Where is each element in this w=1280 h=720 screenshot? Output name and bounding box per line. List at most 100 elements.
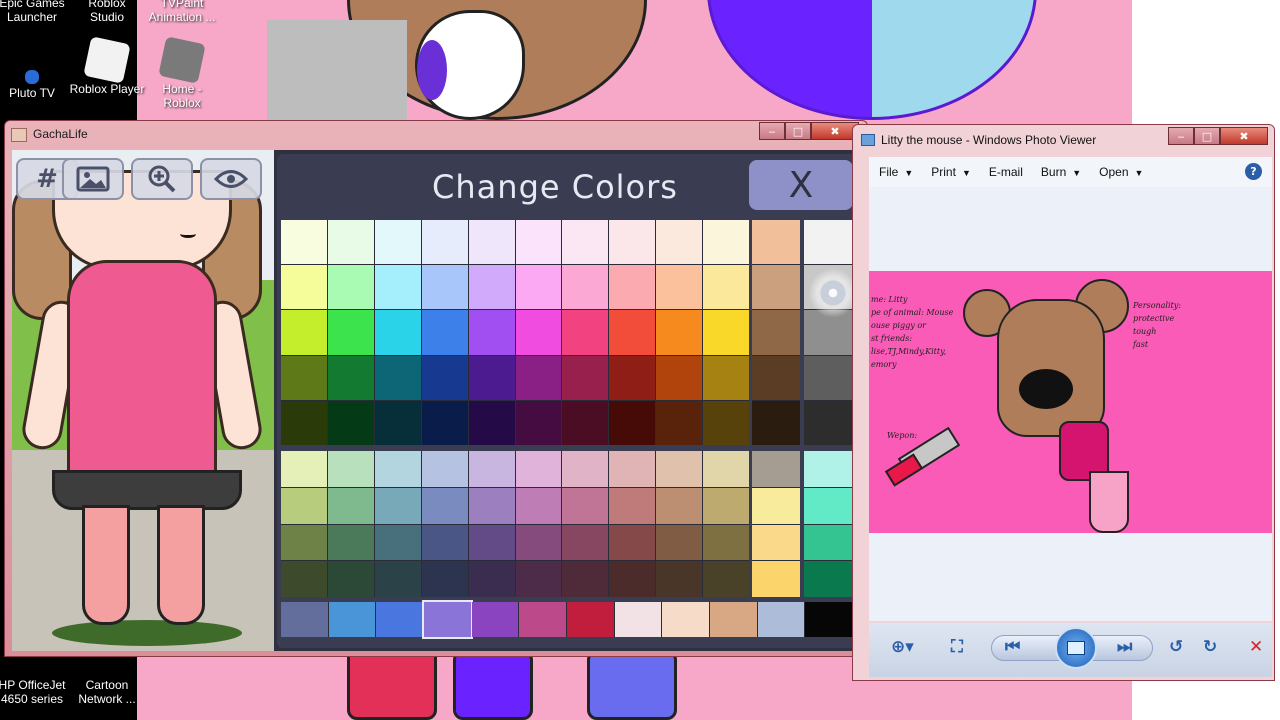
color-swatch[interactable] [752, 524, 800, 561]
maximize-button[interactable]: □ [785, 122, 811, 140]
color-swatch[interactable] [567, 602, 614, 637]
color-swatch[interactable] [471, 602, 519, 637]
color-swatch[interactable] [515, 451, 562, 487]
cartoon-network-shortcut[interactable]: Cartoon Network ... [67, 660, 147, 706]
color-swatch[interactable] [376, 602, 423, 637]
color-swatch[interactable] [609, 355, 656, 400]
color-swatch[interactable] [656, 487, 703, 524]
burn-menu[interactable]: Burn ▼ [1041, 165, 1081, 179]
color-swatch[interactable] [281, 400, 327, 445]
close-window-button[interactable]: ✖ [1220, 127, 1268, 145]
color-swatch[interactable] [609, 561, 656, 597]
epic-launcher-shortcut[interactable]: Epic Games Launcher [0, 0, 72, 24]
color-swatch[interactable] [804, 400, 852, 445]
color-swatch[interactable] [562, 561, 609, 597]
color-swatch[interactable] [752, 561, 800, 597]
color-swatch[interactable] [609, 310, 656, 355]
roblox-player-shortcut[interactable]: Roblox Player [67, 36, 147, 96]
color-swatch[interactable] [468, 220, 515, 265]
color-swatch[interactable] [421, 220, 468, 265]
color-swatch[interactable] [515, 487, 562, 524]
minimize-button[interactable]: ‒ [1168, 127, 1194, 145]
color-swatch[interactable] [468, 451, 515, 487]
color-swatch[interactable] [468, 561, 515, 597]
color-swatch[interactable] [515, 524, 562, 561]
help-button[interactable]: ? [1245, 163, 1262, 180]
next-icon[interactable]: ⏭ [1117, 637, 1132, 657]
color-swatch[interactable] [281, 310, 327, 355]
color-swatch[interactable] [327, 451, 374, 487]
color-swatch[interactable] [468, 265, 515, 310]
color-swatch[interactable] [703, 487, 749, 524]
color-swatch[interactable] [421, 400, 468, 445]
color-swatch[interactable] [281, 524, 327, 561]
color-swatch[interactable] [374, 524, 421, 561]
color-swatch[interactable] [327, 524, 374, 561]
color-swatch[interactable] [327, 355, 374, 400]
zoom-icon[interactable]: ⊕▾ [891, 637, 914, 657]
color-swatch[interactable] [656, 265, 703, 310]
actual-size-icon[interactable]: ⛶ [951, 637, 963, 657]
maximize-button[interactable]: □ [1194, 127, 1220, 145]
color-swatch[interactable] [328, 602, 376, 637]
slideshow-button[interactable] [1055, 627, 1097, 669]
color-swatch[interactable] [468, 487, 515, 524]
color-swatch[interactable] [752, 220, 800, 265]
color-swatch[interactable] [327, 400, 374, 445]
color-swatch[interactable] [515, 355, 562, 400]
hp-officejet-shortcut[interactable]: HP OfficeJet 4650 series [0, 660, 72, 706]
background-button[interactable] [62, 158, 124, 200]
color-swatch[interactable] [804, 561, 852, 597]
color-swatch[interactable] [421, 451, 468, 487]
color-swatch[interactable] [804, 487, 852, 524]
email-button[interactable]: E-mail [989, 165, 1023, 179]
color-swatch[interactable] [562, 310, 609, 355]
color-swatch[interactable] [805, 602, 852, 637]
color-swatch[interactable] [703, 451, 749, 487]
color-swatch[interactable] [804, 220, 852, 265]
color-swatch[interactable] [752, 310, 800, 355]
color-swatch[interactable] [656, 220, 703, 265]
color-swatch[interactable] [703, 524, 749, 561]
color-swatch[interactable] [327, 310, 374, 355]
color-swatch[interactable] [752, 451, 800, 487]
color-swatch[interactable] [703, 561, 749, 597]
color-swatch[interactable] [562, 400, 609, 445]
zoom-button[interactable] [131, 158, 193, 200]
color-swatch[interactable] [703, 265, 749, 310]
color-swatch[interactable] [609, 220, 656, 265]
color-swatch[interactable] [327, 561, 374, 597]
color-swatch[interactable] [468, 355, 515, 400]
color-swatch[interactable] [374, 220, 421, 265]
color-swatch[interactable] [421, 310, 468, 355]
color-swatch[interactable] [515, 265, 562, 310]
color-swatch[interactable] [752, 355, 800, 400]
color-swatch[interactable] [374, 451, 421, 487]
color-swatch[interactable] [609, 400, 656, 445]
color-swatch[interactable] [710, 602, 757, 637]
open-menu[interactable]: Open ▼ [1099, 165, 1143, 179]
color-swatch[interactable] [519, 602, 566, 637]
color-swatch[interactable] [468, 400, 515, 445]
color-swatch[interactable] [757, 602, 805, 637]
roblox-studio-shortcut[interactable]: Roblox Studio [67, 0, 147, 24]
color-swatch[interactable] [656, 355, 703, 400]
color-swatch[interactable] [562, 265, 609, 310]
color-swatch[interactable] [374, 310, 421, 355]
preview-button[interactable] [200, 158, 262, 200]
color-swatch[interactable] [422, 600, 473, 639]
color-swatch[interactable] [327, 265, 374, 310]
color-swatch[interactable] [656, 524, 703, 561]
color-swatch[interactable] [421, 355, 468, 400]
pluto-tv-shortcut[interactable]: Pluto TV [0, 70, 72, 100]
color-swatch[interactable] [515, 310, 562, 355]
color-swatch[interactable] [281, 487, 327, 524]
color-swatch[interactable] [609, 451, 656, 487]
color-swatch[interactable] [662, 602, 709, 637]
color-swatch[interactable] [374, 487, 421, 524]
color-swatch[interactable] [374, 561, 421, 597]
color-swatch[interactable] [327, 220, 374, 265]
color-swatch[interactable] [752, 487, 800, 524]
color-swatch[interactable] [562, 355, 609, 400]
delete-icon[interactable]: ✕ [1249, 637, 1263, 657]
